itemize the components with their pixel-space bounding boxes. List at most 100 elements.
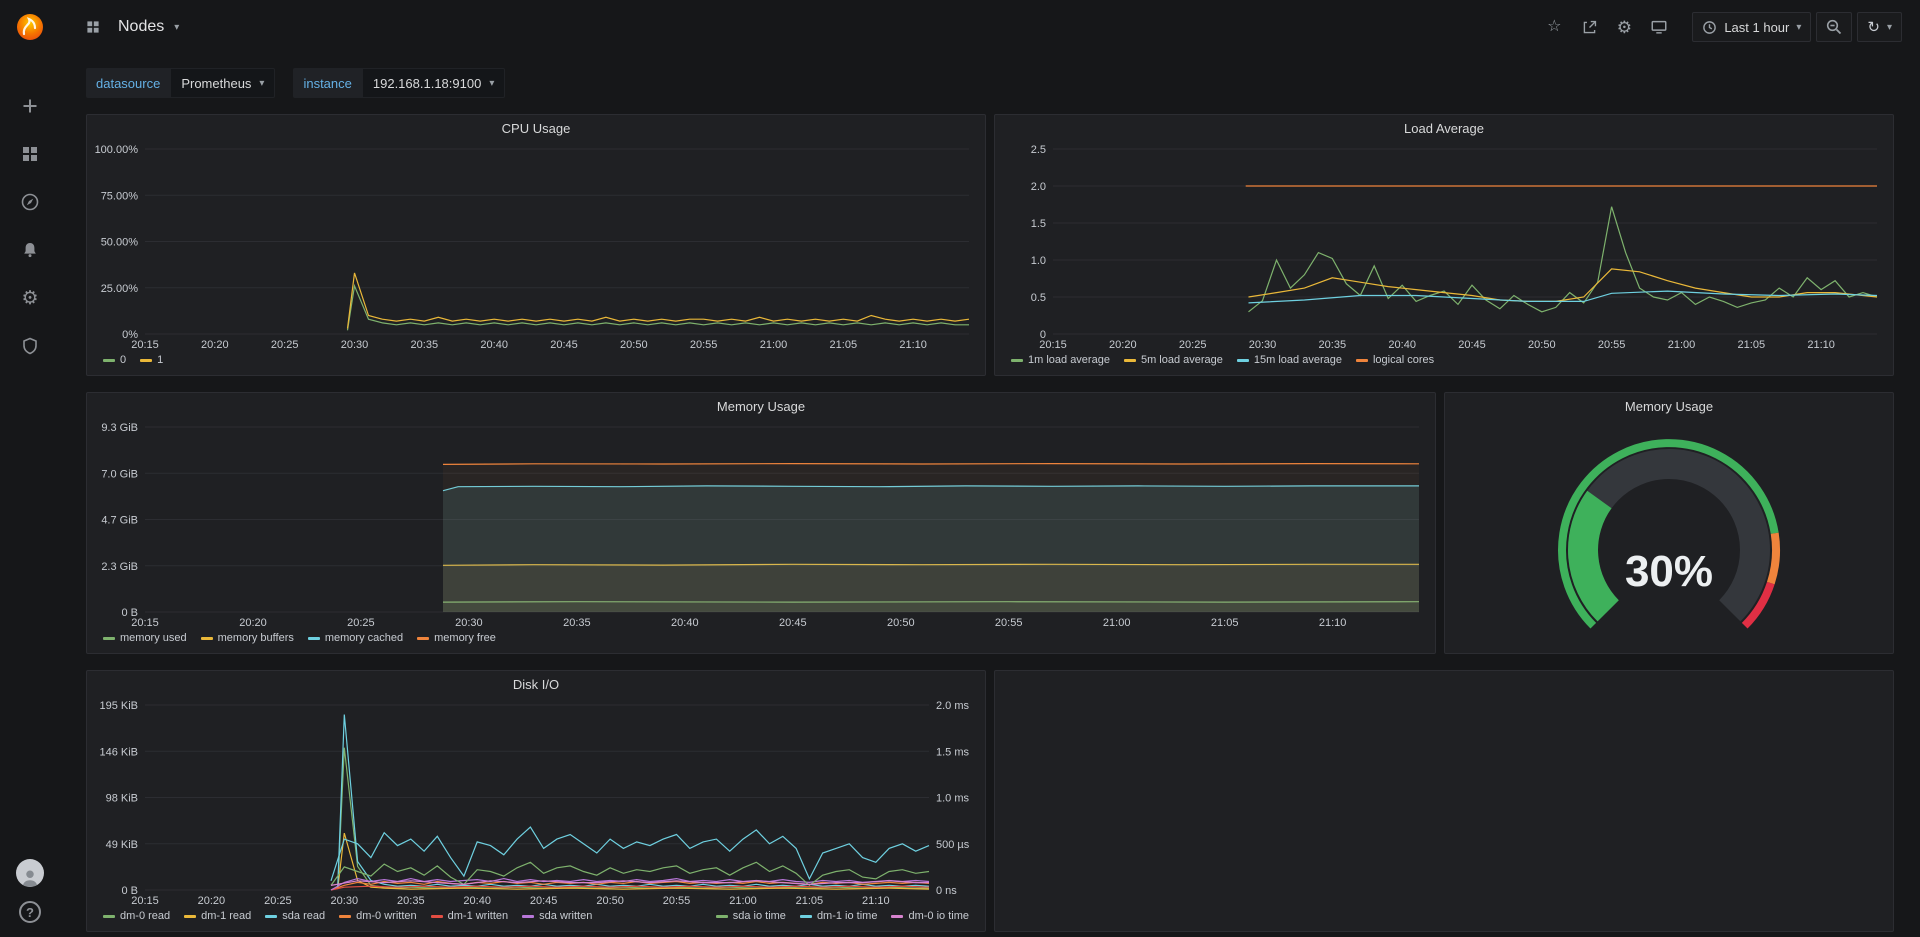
legend-item[interactable]: memory used [103,632,187,644]
legend-item[interactable]: 15m load average [1237,354,1342,366]
dashboard-title[interactable]: Nodes [118,18,164,36]
panel-title[interactable]: Load Average [995,115,1893,141]
legend-item[interactable]: logical cores [1356,354,1434,366]
configuration-button[interactable]: ⚙ [0,276,60,320]
svg-text:20:55: 20:55 [995,617,1023,629]
cycle-view-button[interactable] [1644,12,1674,42]
svg-text:20:25: 20:25 [1179,339,1207,351]
svg-text:20:30: 20:30 [455,617,483,629]
svg-text:21:00: 21:00 [1103,617,1131,629]
legend-item[interactable]: 1 [140,354,163,366]
svg-text:20:15: 20:15 [131,339,159,351]
memory-usage-chart[interactable]: 0 B2.3 GiB4.7 GiB7.0 GiB9.3 GiB20:1520:2… [87,419,1435,629]
refresh-icon[interactable]: ↻ [1867,18,1880,36]
legend-item[interactable]: 5m load average [1124,354,1223,366]
panel-memory-usage-gauge: Memory Usage 30% [1444,392,1894,654]
star-button[interactable]: ☆ [1539,12,1569,42]
clock-icon [1702,20,1717,35]
svg-text:500 µs: 500 µs [936,839,970,851]
legend-item[interactable]: sda io time [716,910,786,922]
chevron-down-icon[interactable]: ▾ [174,22,179,33]
svg-text:1.0: 1.0 [1031,255,1046,267]
share-icon [1581,19,1598,36]
legend-swatch [201,637,213,640]
svg-text:20:55: 20:55 [663,895,691,907]
panel-title[interactable]: CPU Usage [87,115,985,141]
legend-item[interactable]: memory buffers [201,632,294,644]
variable-value-dropdown[interactable]: Prometheus ▾ [170,68,275,98]
svg-text:20:35: 20:35 [563,617,591,629]
svg-text:20:35: 20:35 [411,339,439,351]
panel-title[interactable] [995,671,1893,697]
legend-swatch [1011,359,1023,362]
alerting-button[interactable] [0,228,60,272]
svg-text:146 KiB: 146 KiB [99,746,138,758]
svg-text:20:25: 20:25 [271,339,299,351]
panel-title[interactable]: Disk I/O [87,671,985,697]
share-button[interactable] [1574,12,1604,42]
cpu-usage-chart[interactable]: 0%25.00%50.00%75.00%100.00%20:1520:2020:… [87,141,985,351]
legend-item[interactable]: 0 [103,354,126,366]
dashboard-picker-button[interactable] [78,12,108,42]
zoom-out-button[interactable] [1816,12,1852,42]
legend-item[interactable]: dm-1 io time [800,910,878,922]
svg-text:2.0 ms: 2.0 ms [936,700,970,712]
svg-text:20:20: 20:20 [201,339,229,351]
svg-text:195 KiB: 195 KiB [99,700,138,712]
legend-swatch [1124,359,1136,362]
disk-space-usage-chart[interactable] [995,697,1893,907]
svg-text:20:40: 20:40 [463,895,491,907]
svg-text:21:05: 21:05 [830,339,858,351]
legend-item[interactable]: sda read [265,910,325,922]
panel-title[interactable]: Memory Usage [1445,393,1893,419]
panel-disk-io: Disk I/O 0 B49 KiB98 KiB146 KiB195 KiB0 … [86,670,986,932]
legend-item[interactable]: dm-0 io time [891,910,969,922]
variable-value: Prometheus [181,76,251,91]
dashboard-variables: datasource Prometheus ▾ instance 192.168… [60,54,1920,98]
svg-text:20:15: 20:15 [131,895,159,907]
server-admin-button[interactable] [0,324,60,368]
question-mark-icon: ? [26,905,34,920]
legend-item[interactable]: 1m load average [1011,354,1110,366]
refresh-interval-dropdown[interactable]: ▾ [1887,22,1892,33]
svg-text:1.0 ms: 1.0 ms [936,793,970,805]
svg-text:20:40: 20:40 [480,339,508,351]
legend-swatch [103,637,115,640]
svg-text:20:30: 20:30 [341,339,369,351]
variable-value: 192.168.1.18:9100 [373,76,481,91]
legend-item[interactable]: dm-1 read [184,910,251,922]
svg-text:21:05: 21:05 [1738,339,1766,351]
legend-item[interactable]: dm-0 read [103,910,170,922]
svg-text:20:20: 20:20 [198,895,226,907]
svg-text:2.5: 2.5 [1031,144,1046,156]
create-button[interactable] [0,84,60,128]
time-range-picker[interactable]: Last 1 hour ▾ [1692,12,1811,42]
legend-item[interactable]: dm-0 written [339,910,417,922]
legend-item[interactable]: sda written [522,910,592,922]
svg-text:25.00%: 25.00% [101,283,139,295]
legend-item[interactable]: memory cached [308,632,403,644]
svg-text:20:45: 20:45 [530,895,558,907]
help-button[interactable]: ? [19,901,41,923]
panel-load-average: Load Average 00.51.01.52.02.520:1520:202… [994,114,1894,376]
panel-title[interactable]: Memory Usage [87,393,1435,419]
dashboards-grid-icon [20,144,40,164]
svg-text:0.5: 0.5 [1031,292,1046,304]
explore-button[interactable] [0,180,60,224]
dashboards-button[interactable] [0,132,60,176]
legend-swatch [308,637,320,640]
svg-text:20:25: 20:25 [347,617,375,629]
memory-usage-gauge[interactable]: 30% [1445,419,1893,653]
disk-io-chart[interactable]: 0 B49 KiB98 KiB146 KiB195 KiB0 ns500 µs1… [87,697,985,907]
legend-item[interactable]: memory free [417,632,496,644]
load-average-chart[interactable]: 00.51.01.52.02.520:1520:2020:2520:3020:3… [995,141,1893,351]
grafana-logo[interactable] [15,0,45,54]
svg-text:9.3 GiB: 9.3 GiB [101,422,138,434]
svg-text:50.00%: 50.00% [101,237,139,249]
dashboard-settings-button[interactable]: ⚙ [1609,12,1639,42]
variable-value-dropdown[interactable]: 192.168.1.18:9100 ▾ [362,68,505,98]
svg-text:20:50: 20:50 [1528,339,1556,351]
legend-item[interactable]: dm-1 written [431,910,509,922]
user-avatar[interactable] [16,859,44,887]
svg-text:21:00: 21:00 [760,339,788,351]
